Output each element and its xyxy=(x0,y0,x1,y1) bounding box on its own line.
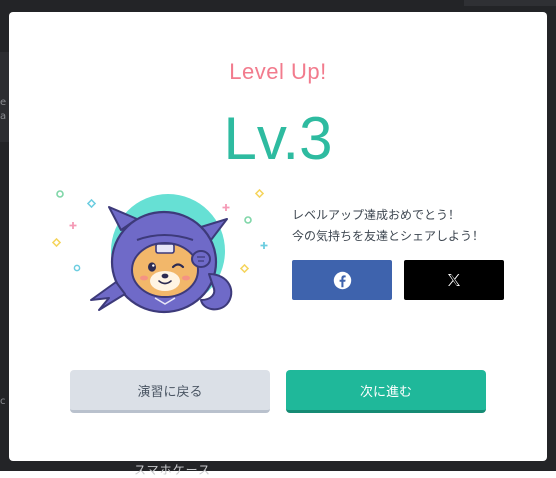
share-x-button[interactable] xyxy=(404,260,504,300)
message-line: レベルアップ達成おめでとう！ xyxy=(292,208,461,222)
level-up-heading: Level Up! xyxy=(229,59,327,84)
back-to-exercise-button[interactable]: 演習に戻る xyxy=(70,370,270,413)
background-panel-edge xyxy=(464,0,556,6)
background-snippet-line: a xyxy=(0,111,7,122)
message-line: 今の気持ちを友達とシェアしよう！ xyxy=(292,229,485,243)
background-text: スマホケース xyxy=(134,463,212,477)
level-up-modal: Level Up! Lv.3 レベルアップ達成おめでとう！ 今の気持ちを友達とシ… xyxy=(9,12,547,461)
background-text-snippet: e a xyxy=(0,96,6,124)
facebook-icon xyxy=(333,271,351,289)
background-text-snippet: c xyxy=(0,396,6,407)
ninja-dog-mascot-illustration xyxy=(51,188,268,314)
next-button[interactable]: 次に進む xyxy=(286,370,486,413)
congratulation-message: レベルアップ達成おめでとう！ 今の気持ちを友達とシェアしよう！ xyxy=(292,205,484,247)
share-facebook-button[interactable] xyxy=(292,260,392,300)
x-logo-icon xyxy=(448,274,460,286)
level-number: Lv.3 xyxy=(223,105,333,172)
background-snippet-line: e xyxy=(0,97,7,108)
